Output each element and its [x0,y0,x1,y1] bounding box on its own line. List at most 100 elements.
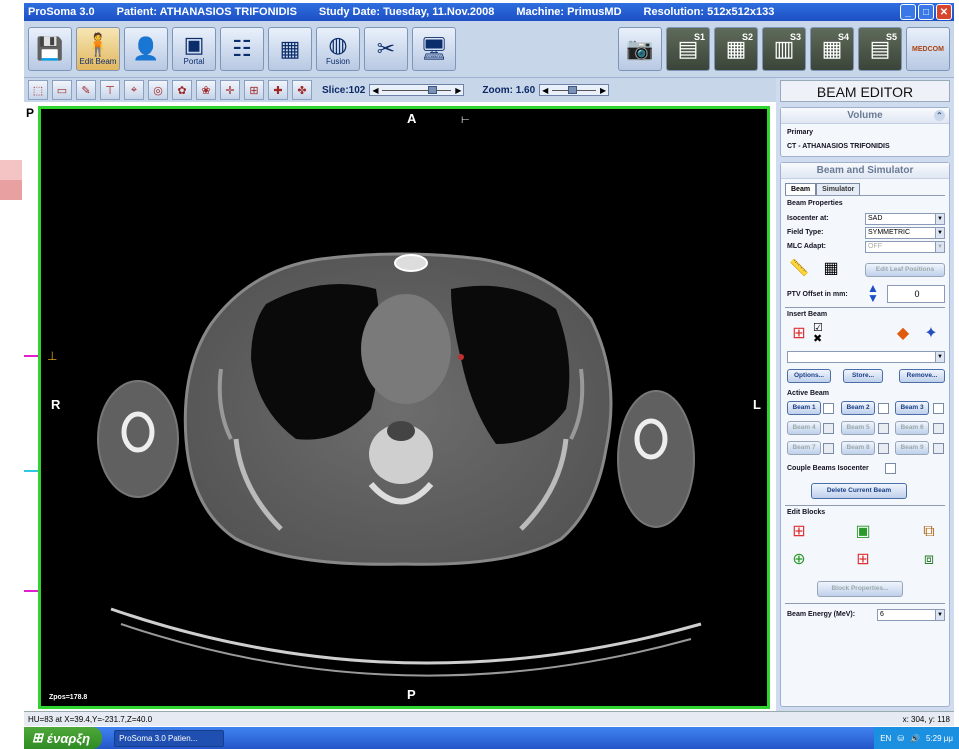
beam-energy-select[interactable]: 6 ▼ [877,609,945,621]
close-button[interactable]: ✕ [936,4,952,20]
level-marker-cyan[interactable] [24,470,38,472]
beam-1-checkbox[interactable] [823,403,834,414]
beam-9-checkbox[interactable] [933,443,944,454]
measure-tool-icon[interactable]: ✚ [268,80,288,100]
collapse-icon[interactable]: ⌃ [934,110,945,121]
block-edit-icon[interactable]: ⊞ [851,549,875,571]
view-layout-3-button[interactable]: ▥ S3 [762,27,806,71]
options-button[interactable]: Options... [787,369,831,383]
block-select-icon[interactable]: ▣ [851,521,875,543]
beam-tool-icon[interactable]: ✤ [292,80,312,100]
view-layout-1-button[interactable]: ▤ S1 [666,27,710,71]
beam-3-button[interactable]: Beam 3 [895,401,929,415]
chevron-down-icon[interactable]: ▼ [935,242,944,252]
start-button[interactable]: ⊞ έναρξη [24,727,103,749]
isocenter-tool-icon[interactable]: ✛ [220,80,240,100]
view-layout-5-button[interactable]: ▤ S5 [858,27,902,71]
beam-5-checkbox[interactable] [878,423,889,434]
beam-6-checkbox[interactable] [933,423,944,434]
contour-tool-icon[interactable]: ◎ [148,80,168,100]
zoom-right-arrow-icon[interactable]: ▶ [600,86,606,95]
edit-beam-button[interactable]: 🧍 Edit Beam [76,27,120,71]
scissors-button[interactable]: ✂ [364,27,408,71]
block-draw-icon[interactable]: ⊞ [787,521,811,543]
fusion-button[interactable]: ◍ Fusion [316,27,360,71]
zoom-thumb[interactable] [567,86,577,94]
maximize-button[interactable]: □ [918,4,934,20]
block-copy-icon[interactable]: ⧈ [917,549,941,571]
level-marker-magenta-low[interactable] [24,590,38,592]
window-tool-icon[interactable]: ▭ [52,80,72,100]
language-indicator[interactable]: EN [880,734,891,743]
tab-simulator[interactable]: Simulator [816,183,861,195]
level-marker-magenta[interactable] [24,355,38,357]
structure-edit-icon[interactable]: ❀ [196,80,216,100]
taskbar-prosoma-item[interactable]: ProSoma 3.0 Patien... [114,729,225,747]
edit-leaf-positions-button[interactable]: Edit Leaf Positions [865,263,945,277]
view-layout-2-button[interactable]: ▦ S2 [714,27,758,71]
chevron-down-icon[interactable]: ▼ [935,214,944,224]
beam-2-checkbox[interactable] [878,403,889,414]
beam-8-button[interactable]: Beam 8 [841,441,875,455]
monitor-button[interactable]: 🖥 [412,27,456,71]
beam-simulator-header[interactable]: Beam and Simulator [781,163,949,179]
ruler-beam-icon[interactable]: 📏 [787,258,811,280]
beam-select[interactable]: ▼ [787,351,945,363]
dose-map-button[interactable]: ▦ [268,27,312,71]
volume-header[interactable]: Volume ⌃ [781,108,949,124]
isocenter-select[interactable]: SAD ▼ [865,213,945,225]
tab-beam[interactable]: Beam [785,183,817,195]
slice-left-arrow-icon[interactable]: ◀ [372,86,378,95]
grid-beam-icon[interactable]: ▦ [819,258,843,280]
beam-4-checkbox[interactable] [823,423,834,434]
beam-7-checkbox[interactable] [823,443,834,454]
volume-icon[interactable]: 🔊 [910,734,920,743]
zoom-left-arrow-icon[interactable]: ◀ [542,86,548,95]
ptv-offset-field[interactable]: 0 [887,285,945,303]
chevron-down-icon[interactable]: ▼ [935,352,944,362]
beam-8-checkbox[interactable] [878,443,889,454]
minimize-button[interactable]: _ [900,4,916,20]
add-beam-orange-icon[interactable]: ◆ [891,323,915,345]
beam-6-button[interactable]: Beam 6 [895,421,929,435]
chevron-down-icon[interactable]: ▼ [935,610,944,620]
beam-2-button[interactable]: Beam 2 [841,401,875,415]
beam-5-button[interactable]: Beam 5 [841,421,875,435]
beam-1-button[interactable]: Beam 1 [787,401,821,415]
snapshot-button[interactable]: 📷 [618,27,662,71]
remove-button[interactable]: Remove... [899,369,945,383]
block-move-icon[interactable]: ⊕ [787,549,811,571]
chevron-down-icon[interactable]: ▼ [935,228,944,238]
insert-grid-beam-icon[interactable]: ⊞ [787,323,811,345]
slice-right-arrow-icon[interactable]: ▶ [455,86,461,95]
structure-tool-icon[interactable]: ✿ [172,80,192,100]
3d-view-button[interactable]: 👤 [124,27,168,71]
couple-beams-checkbox[interactable] [885,463,896,474]
mlc-adapt-select[interactable]: OFF ▼ [865,241,945,253]
block-properties-button[interactable]: Block Properties... [817,581,903,597]
field-type-select[interactable]: SYMMETRIC ▼ [865,227,945,239]
ct-viewport[interactable]: A P R L Zpos=178.8 ⊢ ⊥ [38,106,770,709]
confirm-cancel-icon[interactable]: ☑ ✖ [813,323,823,345]
beam-4-button[interactable]: Beam 4 [787,421,821,435]
block-import-icon[interactable]: ⧉ [917,521,941,543]
beam-3-checkbox[interactable] [933,403,944,414]
select-tool-icon[interactable]: ⬚ [28,80,48,100]
view-layout-4-button[interactable]: ▦ S4 [810,27,854,71]
window-level-strip[interactable]: P [24,102,38,710]
anatomy-button[interactable]: ☷ [220,27,264,71]
slice-thumb[interactable] [427,86,437,94]
pencil-tool-icon[interactable]: ✎ [76,80,96,100]
add-beam-blue-icon[interactable]: ✦ [919,323,943,345]
zoom-slider[interactable]: ◀ ▶ [539,84,610,96]
network-icon[interactable]: ⛁ [897,734,904,743]
crosshair-tool-icon[interactable]: ⌖ [124,80,144,100]
beam-7-button[interactable]: Beam 7 [787,441,821,455]
portal-button[interactable]: ▣ Portal [172,27,216,71]
slice-slider[interactable]: ◀ ▶ [369,84,465,96]
beam-9-button[interactable]: Beam 9 [895,441,929,455]
save-plan-button[interactable]: 💾 [28,27,72,71]
couch-tool-icon[interactable]: ⊞ [244,80,264,100]
delete-current-beam-button[interactable]: Delete Current Beam [811,483,907,499]
ruler-tool-icon[interactable]: ⊤ [100,80,120,100]
